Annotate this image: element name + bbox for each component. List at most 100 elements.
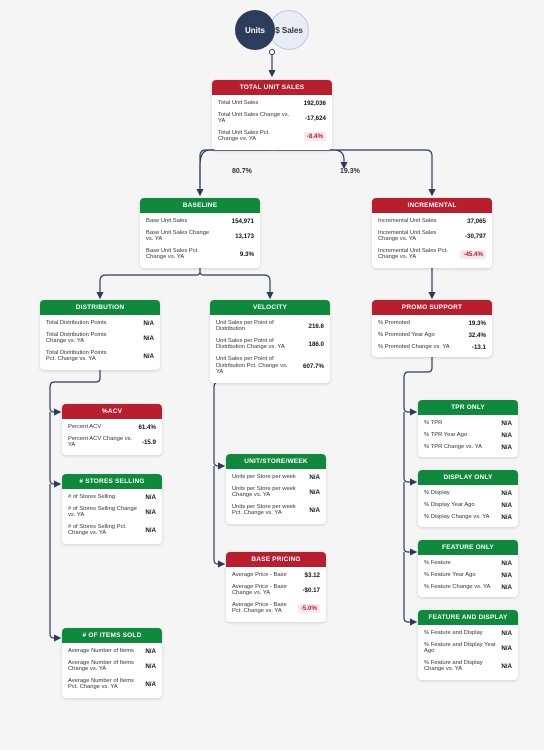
card-title: PROMO SUPPORT bbox=[372, 300, 492, 315]
value: N/A bbox=[501, 572, 512, 579]
label: Units per Store per week Pct. Change vs.… bbox=[232, 504, 304, 517]
label: # of Stores Selling bbox=[68, 494, 115, 501]
label: Units per Store per week Change vs. YA bbox=[232, 486, 304, 499]
value: N/A bbox=[143, 335, 154, 342]
card-title: TPR ONLY bbox=[418, 400, 518, 415]
value: N/A bbox=[501, 490, 512, 497]
value: 154,971 bbox=[232, 218, 254, 225]
label: % Promoted bbox=[378, 320, 410, 327]
value: N/A bbox=[501, 502, 512, 509]
value: N/A bbox=[145, 509, 156, 516]
card-baseline: BASELINE Base Unit Sales154,971 Base Uni… bbox=[140, 198, 260, 268]
value: 607.7% bbox=[303, 363, 324, 370]
label: % TPR Change vs. YA bbox=[424, 444, 482, 451]
card-title: # OF ITEMS SOLD bbox=[62, 628, 162, 643]
value: N/A bbox=[145, 663, 156, 670]
label: Unit Sales per Point of Distribution bbox=[216, 320, 288, 333]
value: N/A bbox=[501, 420, 512, 427]
card-title: DISPLAY ONLY bbox=[418, 470, 518, 485]
card-display: DISPLAY ONLY % DisplayN/A % Display Year… bbox=[418, 470, 518, 527]
card-title: TOTAL UNIT SALES bbox=[212, 80, 332, 95]
card-title: # STORES SELLING bbox=[62, 474, 162, 489]
card-title: DISTRIBUTION bbox=[40, 300, 160, 315]
label: Unit Sales per Point of Distribution Pct… bbox=[216, 356, 288, 376]
label: Total Distribution Points bbox=[46, 320, 107, 327]
label: % Display Year Ago bbox=[424, 502, 475, 509]
card-title: BASELINE bbox=[140, 198, 260, 213]
value: N/A bbox=[145, 527, 156, 534]
label: % Feature bbox=[424, 560, 451, 567]
value: N/A bbox=[145, 681, 156, 688]
card-title: %ACV bbox=[62, 404, 162, 419]
value: N/A bbox=[143, 353, 154, 360]
units-toggle[interactable]: Units bbox=[235, 10, 275, 50]
label: Base Unit Sales Change vs. YA bbox=[146, 230, 218, 243]
value: -5.0% bbox=[298, 604, 320, 613]
label: % TPR Year Ago bbox=[424, 432, 467, 439]
value: N/A bbox=[501, 584, 512, 591]
label: Average Number of Items Pct. Change vs. … bbox=[68, 678, 140, 691]
card-basep: BASE PRICING Average Price - Base$3.12 A… bbox=[226, 552, 326, 622]
card-distribution: DISTRIBUTION Total Distribution Points N/… bbox=[40, 300, 160, 370]
card-tpr: TPR ONLY % TPRN/A % TPR Year AgoN/A % TP… bbox=[418, 400, 518, 457]
value: N/A bbox=[309, 489, 320, 496]
value: -17,624 bbox=[305, 115, 326, 122]
value: 9.3% bbox=[240, 251, 254, 258]
value: N/A bbox=[309, 507, 320, 514]
card-stores: # STORES SELLING # of Stores SellingN/A … bbox=[62, 474, 162, 544]
card-title: VELOCITY bbox=[210, 300, 330, 315]
label: Total Distribution Points Change vs. YA bbox=[46, 332, 118, 345]
metric-toggle[interactable]: Units $ Sales bbox=[235, 10, 309, 50]
card-fd: FEATURE AND DISPLAY % Feature and Displa… bbox=[418, 610, 518, 680]
card-acv: %ACV Percent ACV61.4% Percent ACV Change… bbox=[62, 404, 162, 455]
label: Base Unit Sales Pct. Change vs. YA bbox=[146, 248, 218, 261]
label: Total Distribution Points Pct. Change vs… bbox=[46, 350, 118, 363]
label: Incremental Unit Sales bbox=[378, 218, 436, 225]
value: N/A bbox=[501, 560, 512, 567]
label: # of Stores Selling Change vs. YA bbox=[68, 506, 140, 519]
sales-toggle[interactable]: $ Sales bbox=[269, 10, 309, 50]
value: 19.3% bbox=[468, 320, 486, 327]
card-total: TOTAL UNIT SALES Total Unit Sales192,036… bbox=[212, 80, 332, 150]
card-feature: FEATURE ONLY % Feature N/A % Feature Year… bbox=[418, 540, 518, 597]
value: 216.6 bbox=[309, 323, 324, 330]
label: Total Unit Sales Change vs. YA bbox=[218, 112, 290, 125]
label: Average Number of Items bbox=[68, 648, 134, 655]
card-promo: PROMO SUPPORT % Promoted 19.3% % Promoted… bbox=[372, 300, 492, 357]
label: Unit Sales per Point of Distribution Cha… bbox=[216, 338, 288, 351]
label: % Feature Year Ago bbox=[424, 572, 476, 579]
card-usw: UNIT/STORE/WEEK Units per Store per week… bbox=[226, 454, 326, 524]
value: N/A bbox=[145, 648, 156, 655]
label: Average Price - Base Change vs. YA bbox=[232, 584, 302, 597]
card-velocity: VELOCITY Unit Sales per Point of Distrib… bbox=[210, 300, 330, 383]
label: Percent ACV bbox=[68, 424, 101, 431]
split-baseline: 80.7% bbox=[232, 168, 252, 175]
label: % Feature and Display Change vs. YA bbox=[424, 660, 496, 673]
card-title: BASE PRICING bbox=[226, 552, 326, 567]
label: % Feature and Display bbox=[424, 630, 483, 637]
value: 186.0 bbox=[309, 341, 324, 348]
value: $3.12 bbox=[305, 572, 320, 579]
value: N/A bbox=[501, 514, 512, 521]
value: N/A bbox=[501, 444, 512, 451]
label: % Feature and Display Year Ago bbox=[424, 642, 496, 655]
label: % Promoted Year Ago bbox=[378, 332, 435, 339]
value: -15.9 bbox=[142, 439, 156, 446]
value: N/A bbox=[501, 432, 512, 439]
value: -8.4% bbox=[304, 132, 326, 141]
card-title: FEATURE ONLY bbox=[418, 540, 518, 555]
card-items: # OF ITEMS SOLD Average Number of Items N… bbox=[62, 628, 162, 698]
value: -13.1 bbox=[472, 344, 486, 351]
value: N/A bbox=[501, 645, 512, 652]
value: N/A bbox=[501, 663, 512, 670]
card-title: INCREMENTAL bbox=[372, 198, 492, 213]
label: % Display Change vs. YA bbox=[424, 514, 490, 521]
label: Average Price - Base Pct. Change vs. YA bbox=[232, 602, 298, 615]
value: 192,036 bbox=[304, 100, 326, 107]
value: -30,797 bbox=[465, 233, 486, 240]
card-title: UNIT/STORE/WEEK bbox=[226, 454, 326, 469]
value: N/A bbox=[501, 630, 512, 637]
split-incremental: 19.3% bbox=[340, 168, 360, 175]
label: Total Unit Sales Pct. Change vs. YA bbox=[218, 130, 290, 143]
value: 13,173 bbox=[235, 233, 254, 240]
